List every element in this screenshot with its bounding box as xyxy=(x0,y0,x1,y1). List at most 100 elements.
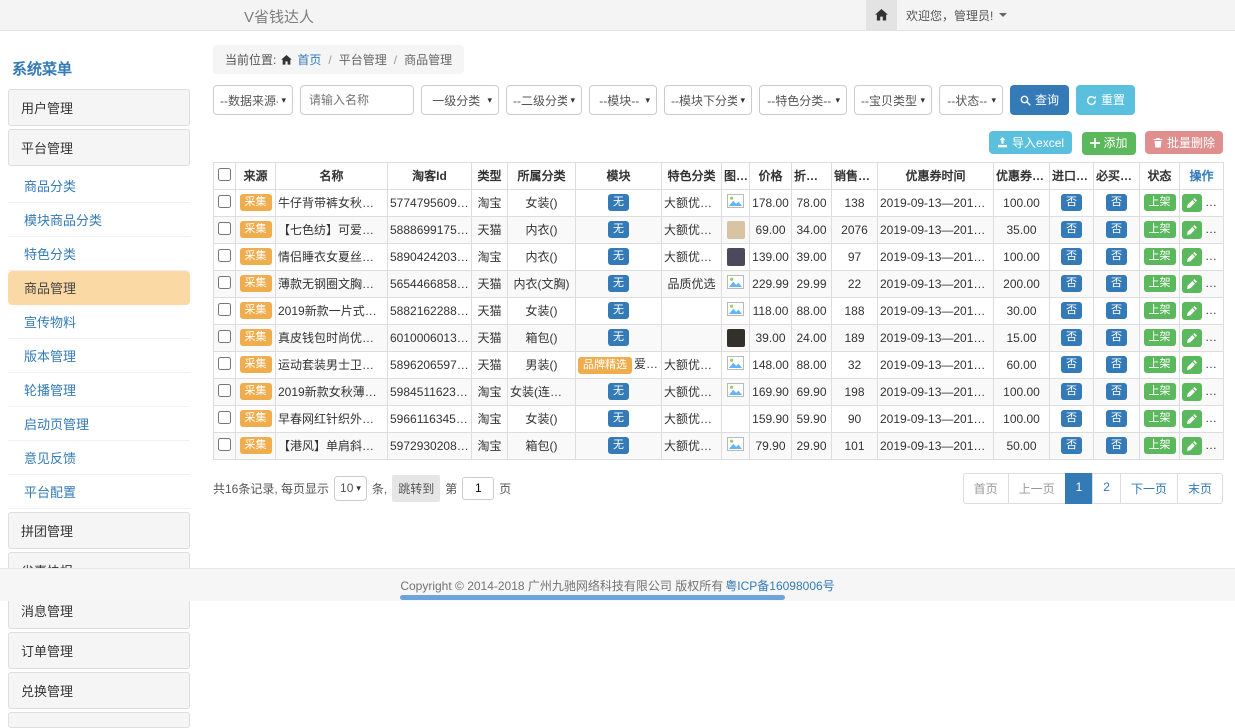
row-checkbox[interactable] xyxy=(218,249,231,262)
module-select[interactable]: --模块--▾ xyxy=(589,85,657,115)
status-toggle[interactable]: 上架 xyxy=(1144,329,1176,346)
edit-button[interactable] xyxy=(1182,437,1202,455)
row-checkbox[interactable] xyxy=(218,276,231,289)
page-size-select[interactable]: 10 ▾ xyxy=(334,476,367,501)
must-buy-toggle[interactable]: 否 xyxy=(1106,410,1127,427)
sidebar-group-3[interactable]: 拼团管理 xyxy=(8,512,190,549)
row-checkbox[interactable] xyxy=(218,330,231,343)
edit-button[interactable] xyxy=(1182,221,1202,239)
import-select-toggle[interactable]: 否 xyxy=(1061,302,1082,319)
sidebar-group-7[interactable]: 兑换管理 xyxy=(8,672,190,709)
must-buy-toggle[interactable]: 否 xyxy=(1106,221,1127,238)
cell-name[interactable]: 【七色纺】可爱纯棉家... xyxy=(276,216,388,243)
breadcrumb-item[interactable]: 首页 xyxy=(297,51,321,68)
import-select-toggle[interactable]: 否 xyxy=(1061,356,1082,373)
edit-button[interactable] xyxy=(1182,275,1202,293)
data-source-select[interactable]: --数据来源--▾ xyxy=(213,85,293,115)
cell-name[interactable]: 早春网红针织外套女春... xyxy=(276,405,388,432)
edit-button[interactable] xyxy=(1182,194,1202,212)
sidebar-item[interactable]: 商品分类 xyxy=(8,169,190,203)
sidebar-group-6[interactable]: 订单管理 xyxy=(8,632,190,669)
level1-category-select[interactable]: 一级分类▾ xyxy=(421,85,499,115)
sidebar-item[interactable]: 商品管理 xyxy=(8,271,190,305)
edit-button[interactable] xyxy=(1182,248,1202,266)
sidebar-item[interactable]: 意见反馈 xyxy=(8,441,190,475)
pager-last[interactable]: 末页 xyxy=(1177,473,1223,504)
import-select-toggle[interactable]: 否 xyxy=(1061,221,1082,238)
pager-page-2[interactable]: 2 xyxy=(1092,473,1121,504)
cell-name[interactable]: 薄款无钢圈文胸聚拢性... xyxy=(276,270,388,297)
import-select-toggle[interactable]: 否 xyxy=(1061,329,1082,346)
edit-button[interactable] xyxy=(1182,410,1202,428)
edit-button[interactable] xyxy=(1182,383,1202,401)
page-number-input[interactable] xyxy=(462,477,494,500)
module-sub-category-select[interactable]: --模块下分类--▾ xyxy=(664,85,752,115)
sidebar-item[interactable]: 启动页管理 xyxy=(8,407,190,441)
status-toggle[interactable]: 上架 xyxy=(1144,194,1176,211)
must-buy-toggle[interactable]: 否 xyxy=(1106,275,1127,292)
must-buy-toggle[interactable]: 否 xyxy=(1106,302,1127,319)
import-select-toggle[interactable]: 否 xyxy=(1061,275,1082,292)
must-buy-toggle[interactable]: 否 xyxy=(1106,248,1127,265)
sidebar-group-1[interactable]: 用户管理 xyxy=(8,89,190,126)
status-toggle[interactable]: 上架 xyxy=(1144,410,1176,427)
edit-button[interactable] xyxy=(1182,329,1202,347)
reset-button[interactable]: 重置 xyxy=(1076,85,1135,115)
row-checkbox[interactable] xyxy=(218,438,231,451)
import-excel-button[interactable]: 导入excel xyxy=(989,131,1072,154)
status-toggle[interactable]: 上架 xyxy=(1144,356,1176,373)
status-select[interactable]: --状态--▾ xyxy=(939,85,1003,115)
breadcrumb-item[interactable]: 商品管理 xyxy=(404,51,452,68)
must-buy-toggle[interactable]: 否 xyxy=(1106,383,1127,400)
select-all-checkbox[interactable] xyxy=(218,168,231,181)
feature-category-select[interactable]: --特色分类--▾ xyxy=(759,85,847,115)
status-toggle[interactable]: 上架 xyxy=(1144,383,1176,400)
cell-name[interactable]: 【港风】单肩斜跨链条... xyxy=(276,432,388,459)
cell-name[interactable]: 运动套装男士卫衣初秋... xyxy=(276,351,388,378)
must-buy-toggle[interactable]: 否 xyxy=(1106,329,1127,346)
import-select-toggle[interactable]: 否 xyxy=(1061,383,1082,400)
import-select-toggle[interactable]: 否 xyxy=(1061,248,1082,265)
horizontal-scrollbar-thumb[interactable] xyxy=(400,595,785,600)
must-buy-toggle[interactable]: 否 xyxy=(1106,194,1127,211)
level2-category-select[interactable]: --二级分类--▾ xyxy=(506,85,582,115)
pager-page-1[interactable]: 1 xyxy=(1065,473,1094,504)
status-toggle[interactable]: 上架 xyxy=(1144,437,1176,454)
cell-name[interactable]: 2019新款女秋薄款... xyxy=(276,378,388,405)
cell-name[interactable]: 牛仔背带裤女秋装减龄... xyxy=(276,189,388,216)
edit-button[interactable] xyxy=(1182,302,1202,320)
cell-name[interactable]: 情侣睡衣女夏丝绸男士... xyxy=(276,243,388,270)
sidebar-item[interactable]: 宣传物料 xyxy=(8,305,190,339)
row-checkbox[interactable] xyxy=(218,384,231,397)
sidebar-item[interactable]: 特色分类 xyxy=(8,237,190,271)
sidebar-group-2[interactable]: 平台管理 xyxy=(8,129,190,166)
cell-name[interactable]: 2019新款一片式系... xyxy=(276,297,388,324)
icp-link[interactable]: 粤ICP备16098006号 xyxy=(725,577,834,594)
sidebar-item[interactable]: 轮播管理 xyxy=(8,373,190,407)
import-select-toggle[interactable]: 否 xyxy=(1061,437,1082,454)
edit-button[interactable] xyxy=(1182,356,1202,374)
row-checkbox[interactable] xyxy=(218,195,231,208)
pager-next[interactable]: 下一页 xyxy=(1120,473,1178,504)
sidebar-group-partial[interactable] xyxy=(8,712,190,728)
must-buy-toggle[interactable]: 否 xyxy=(1106,356,1127,373)
home-button[interactable] xyxy=(866,0,897,30)
sidebar-item[interactable]: 平台配置 xyxy=(8,475,190,509)
import-select-toggle[interactable]: 否 xyxy=(1061,410,1082,427)
sidebar-item[interactable]: 版本管理 xyxy=(8,339,190,373)
add-button[interactable]: 添加 xyxy=(1082,132,1136,155)
row-checkbox[interactable] xyxy=(218,303,231,316)
name-input[interactable] xyxy=(300,85,414,115)
must-buy-toggle[interactable]: 否 xyxy=(1106,437,1127,454)
jump-button[interactable]: 跳转到 xyxy=(392,475,440,502)
import-select-toggle[interactable]: 否 xyxy=(1061,194,1082,211)
row-checkbox[interactable] xyxy=(218,411,231,424)
batch-delete-button[interactable]: 批量删除 xyxy=(1145,131,1223,154)
cell-name[interactable]: 真皮钱包时尚优雅女士... xyxy=(276,324,388,351)
item-type-select[interactable]: --宝贝类型--▾ xyxy=(854,85,932,115)
status-toggle[interactable]: 上架 xyxy=(1144,221,1176,238)
search-button[interactable]: 查询 xyxy=(1010,85,1069,115)
sidebar-item[interactable]: 模块商品分类 xyxy=(8,203,190,237)
status-toggle[interactable]: 上架 xyxy=(1144,302,1176,319)
breadcrumb-item[interactable]: 平台管理 xyxy=(339,51,387,68)
